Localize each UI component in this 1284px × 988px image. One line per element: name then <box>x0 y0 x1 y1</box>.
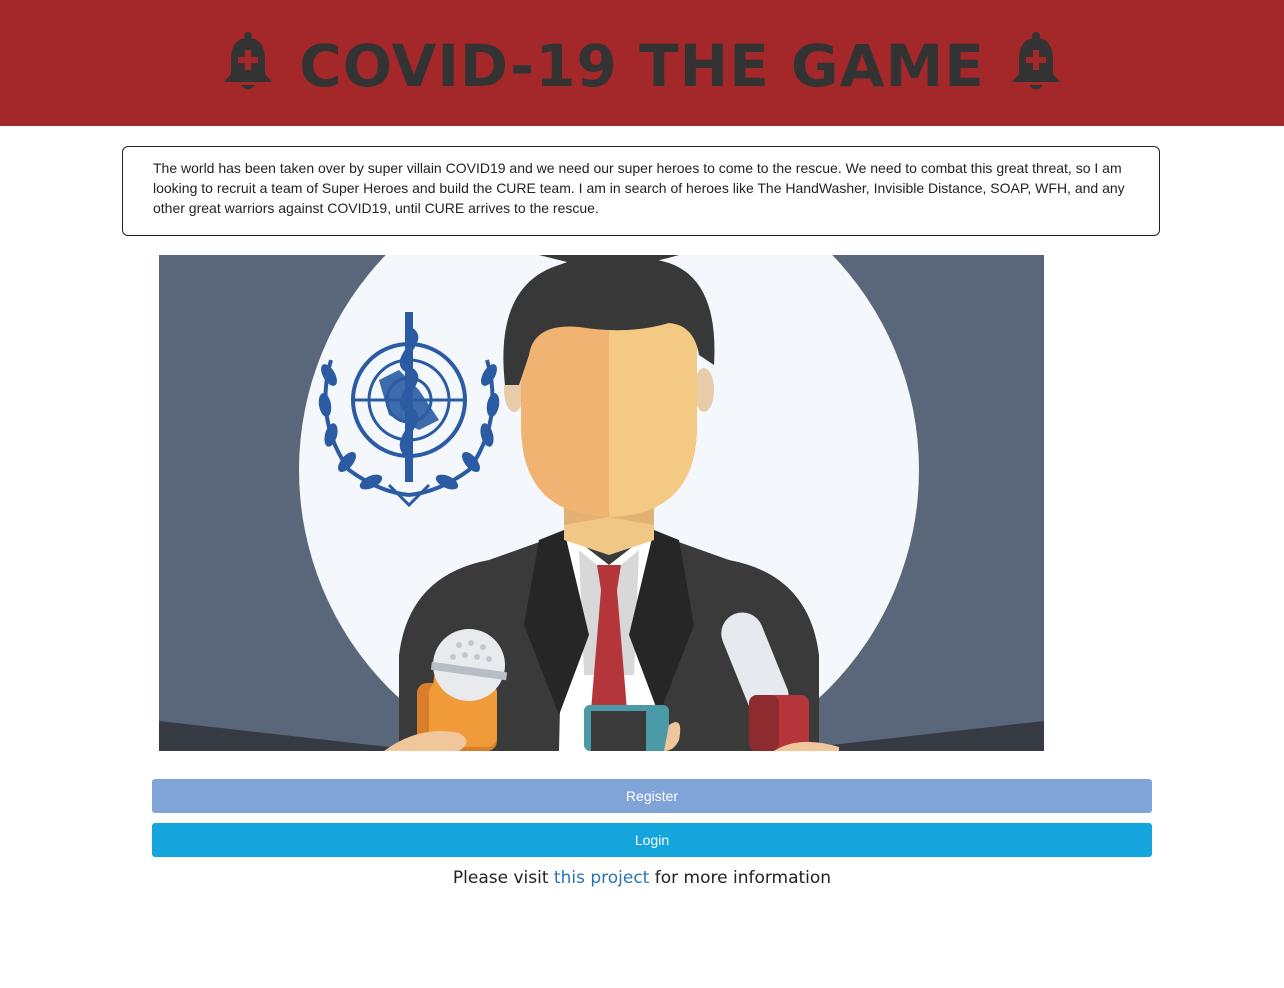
bell-plus-icon <box>1011 32 1060 90</box>
microphone-center-icon <box>584 705 681 751</box>
bell-plus-icon <box>224 32 273 90</box>
login-button[interactable]: Login <box>152 823 1152 857</box>
register-button[interactable]: Register <box>152 779 1152 813</box>
more-info-line: Please visit this project for more infor… <box>0 868 1284 888</box>
project-link[interactable]: this project <box>554 868 649 888</box>
more-info-suffix: for more information <box>654 868 832 888</box>
intro-text-box: The world has been taken over by super v… <box>122 146 1160 236</box>
intro-text: The world has been taken over by super v… <box>153 160 1125 216</box>
press-conference-illustration <box>159 255 1044 751</box>
header-title-row: COVID-19 THE GAME <box>0 0 1284 126</box>
page-title: COVID-19 THE GAME <box>299 32 985 100</box>
hero-illustration <box>159 255 1044 751</box>
more-info-prefix: Please visit <box>452 868 549 888</box>
